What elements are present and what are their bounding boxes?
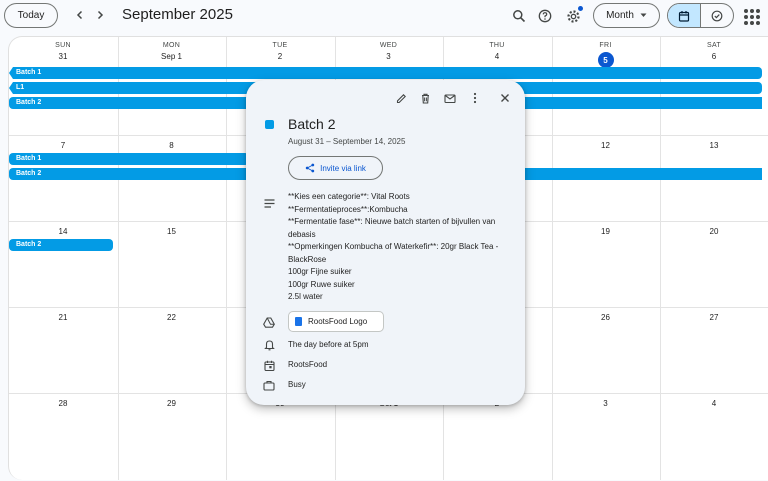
event-calendar-name: RootsFood <box>288 360 328 369</box>
event-date-range: August 31 – September 14, 2025 <box>288 137 406 146</box>
notification-dot <box>578 6 583 11</box>
top-bar: Today September 2025 Month <box>0 0 768 34</box>
event-description: **Kies een categorie**: Vital Roots **Fe… <box>288 191 513 304</box>
description-line: **Fermentatieproces**:Kombucha <box>288 204 408 214</box>
chevron-right-icon[interactable] <box>90 5 110 25</box>
day-number[interactable]: 27 <box>660 313 768 322</box>
calendar-view-icon[interactable] <box>668 4 700 27</box>
day-number[interactable]: Sep 1 <box>118 52 226 61</box>
description-line: 100gr Ruwe suiker <box>288 279 355 289</box>
weekday-header: TUE <box>272 42 288 49</box>
weekday-header: THU <box>489 42 505 49</box>
today-indicator[interactable]: 5 <box>597 52 614 68</box>
description-line: **Opmerkingen Kombucha of Waterkefir**: … <box>288 242 499 264</box>
day-number[interactable]: 28 <box>9 399 117 408</box>
chevron-left-icon[interactable] <box>70 5 90 25</box>
view-selector-label: Month <box>606 10 634 21</box>
apps-grid-icon[interactable] <box>742 7 760 25</box>
caret-down-icon <box>640 13 647 17</box>
weekday-header: WED <box>379 42 398 49</box>
description-line: 100gr Fijne suiker <box>288 267 352 276</box>
description-line: **Fermentatie fase**: Nieuwe batch start… <box>288 217 496 239</box>
day-number[interactable]: 7 <box>9 141 117 150</box>
day-number[interactable]: 15 <box>118 227 226 236</box>
day-number[interactable]: 3 <box>552 399 660 408</box>
more-options-icon[interactable] <box>467 90 483 106</box>
day-number[interactable]: 5 <box>552 52 660 68</box>
event-title: Batch 2 <box>288 116 336 132</box>
day-number[interactable]: 14 <box>9 227 117 236</box>
view-selector[interactable]: Month <box>593 3 660 28</box>
calendar-icon <box>262 358 276 372</box>
settings-icon[interactable] <box>562 5 584 27</box>
day-number[interactable]: 29 <box>118 399 226 408</box>
event-reminder: The day before at 5pm <box>288 340 369 349</box>
day-number[interactable]: 8 <box>118 141 226 150</box>
day-number[interactable]: 4 <box>443 52 551 61</box>
drive-icon <box>262 315 276 329</box>
bell-icon <box>262 338 276 352</box>
day-number[interactable]: 26 <box>552 313 660 322</box>
briefcase-icon <box>262 378 276 392</box>
attachment-name: RootsFood Logo <box>308 317 368 326</box>
event-availability: Busy <box>288 380 306 389</box>
document-icon <box>295 317 302 326</box>
invite-via-link-button[interactable]: Invite via link <box>288 156 383 180</box>
weekday-header: SAT <box>707 42 721 49</box>
day-number[interactable]: 3 <box>335 52 443 61</box>
share-icon <box>305 163 315 173</box>
description-line: 2.5l water <box>288 292 323 301</box>
email-icon[interactable] <box>442 90 458 106</box>
day-number[interactable]: 31 <box>9 52 117 61</box>
day-number[interactable]: 6 <box>660 52 768 61</box>
day-number[interactable]: 22 <box>118 313 226 322</box>
help-icon[interactable] <box>534 5 556 27</box>
weekday-header: MON <box>162 42 181 49</box>
event-chip[interactable]: Batch 2 <box>9 239 113 251</box>
delete-icon[interactable] <box>417 90 433 106</box>
day-number[interactable]: 12 <box>552 141 660 150</box>
day-number[interactable]: 21 <box>9 313 117 322</box>
edit-icon[interactable] <box>393 90 409 106</box>
search-icon[interactable] <box>508 5 530 27</box>
weekday-header: FRI <box>599 42 612 49</box>
day-number[interactable]: 4 <box>660 399 768 408</box>
today-button[interactable]: Today <box>4 3 58 28</box>
tasks-view-icon[interactable] <box>700 4 733 27</box>
close-icon[interactable] <box>497 90 513 106</box>
day-number[interactable]: 2 <box>226 52 334 61</box>
event-chip[interactable]: Batch 1 <box>9 67 762 79</box>
event-color-swatch <box>265 120 274 129</box>
day-number[interactable]: 20 <box>660 227 768 236</box>
invite-label: Invite via link <box>320 163 366 173</box>
description-line: **Kies een categorie**: Vital Roots <box>288 192 410 201</box>
day-number[interactable]: 13 <box>660 141 768 150</box>
description-icon <box>262 196 276 210</box>
weekday-header: SUN <box>55 42 71 49</box>
event-chip[interactable]: Batch 1 <box>9 153 249 165</box>
attachment-chip[interactable]: RootsFood Logo <box>288 311 384 332</box>
event-details-popup: Batch 2 August 31 – September 14, 2025 I… <box>246 80 525 405</box>
month-title: September 2025 <box>122 6 233 23</box>
day-number[interactable]: 19 <box>552 227 660 236</box>
view-toggle <box>667 3 734 28</box>
